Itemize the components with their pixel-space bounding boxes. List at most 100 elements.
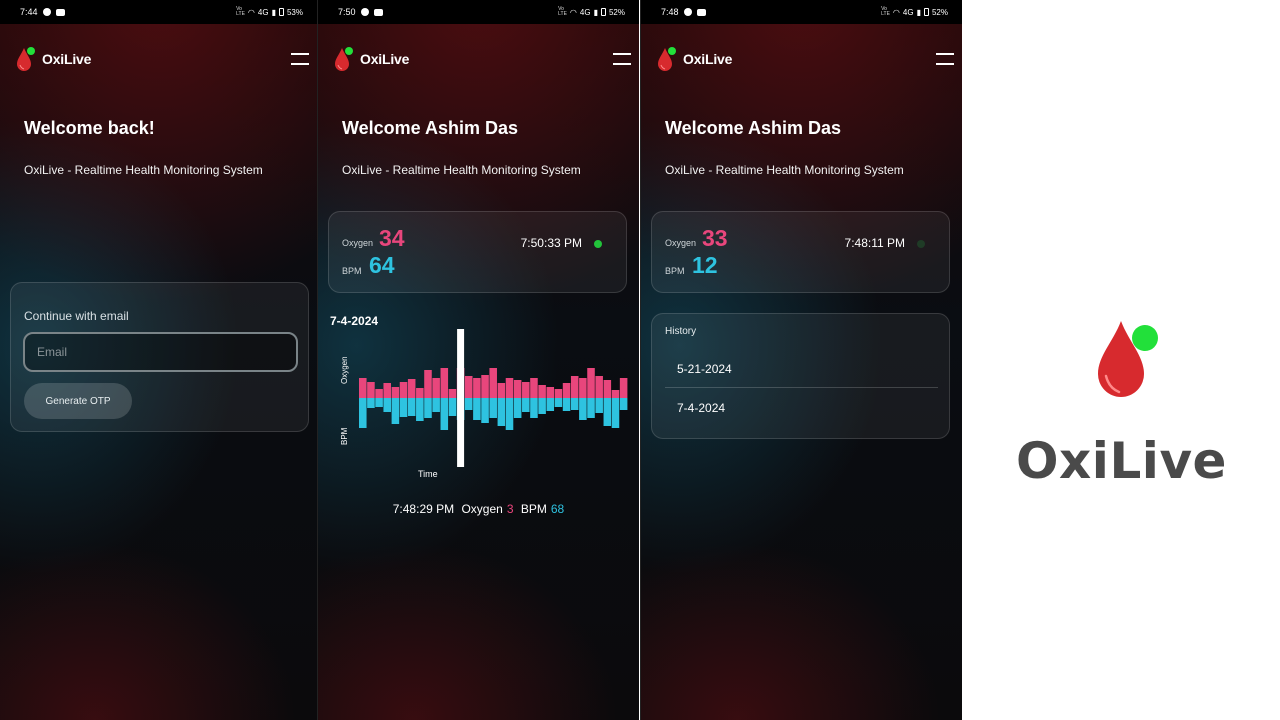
hotspot-icon: ◠ <box>892 7 900 17</box>
whatsapp-icon <box>683 8 692 16</box>
oxygen-bar <box>570 376 579 398</box>
brand[interactable]: OxiLive <box>657 46 732 72</box>
history-screen: 7:48 Vo LTE ◠ 4G ▮ 52% OxiLive Welcome As… <box>640 0 962 720</box>
bpm-bar <box>554 398 563 407</box>
battery-icon <box>278 8 284 16</box>
signal-icon: ▮ <box>593 7 598 17</box>
menu-icon[interactable] <box>936 53 954 65</box>
bpm-bar <box>611 398 620 428</box>
oxygen-bar <box>579 378 587 398</box>
oxygen-bar <box>530 378 538 398</box>
network-type: 4G <box>579 7 591 17</box>
brand[interactable]: OxiLive <box>334 46 409 72</box>
bpm-bar <box>522 398 530 412</box>
bpm-bar <box>383 398 392 412</box>
network-type: 4G <box>257 7 269 17</box>
oxygen-bar <box>554 389 563 398</box>
battery-level: 52% <box>931 7 948 17</box>
bpm-bar <box>595 398 603 413</box>
battery-icon <box>923 8 929 16</box>
app-bar: OxiLive <box>334 46 631 72</box>
oxygen-bar <box>619 378 628 398</box>
oxygen-bar <box>546 387 555 398</box>
status-time: 7:50 <box>338 7 356 17</box>
y-axis-label-bpm: BPM <box>340 427 349 445</box>
volte-icon: Vo LTE <box>881 6 890 17</box>
bpm-bar <box>562 398 571 411</box>
oxygen-bar <box>603 380 612 398</box>
menu-icon[interactable] <box>613 53 631 65</box>
oxygen-bar <box>497 383 506 398</box>
reading-time: 7:50:33 PM <box>520 236 582 250</box>
app-name: OxiLive <box>683 51 733 67</box>
bpm-bar <box>505 398 514 430</box>
status-time: 7:44 <box>20 7 38 17</box>
readout-bpm-value: 68 <box>550 502 565 516</box>
bpm-bar <box>619 398 628 410</box>
bpm-bar <box>424 398 432 418</box>
oxygen-bar <box>416 388 424 398</box>
history-item[interactable]: 7-4-2024 <box>665 389 938 427</box>
dashboard-screen: 7:50 Vo LTE ◠ 4G ▮ 52% OxiLive Welcome As… <box>317 0 639 720</box>
bpm-bar <box>546 398 555 411</box>
bpm-value: 12 <box>692 252 718 278</box>
bpm-label: BPM <box>342 266 362 276</box>
oxygen-bar <box>391 387 400 398</box>
oxygen-bar <box>611 390 620 398</box>
oxygen-bar <box>513 380 522 398</box>
battery-level: 53% <box>286 7 303 17</box>
email-input[interactable] <box>23 332 298 372</box>
page-subtitle: OxiLive - Realtime Health Monitoring Sys… <box>342 163 581 177</box>
bpm-bar <box>530 398 538 418</box>
app-name: OxiLive <box>42 51 92 67</box>
signal-icon: ▮ <box>271 7 276 17</box>
volte-icon: Vo LTE <box>558 6 567 17</box>
oxygen-label: Oxygen <box>665 238 697 248</box>
blood-drop-logo-icon <box>658 47 676 71</box>
reading-card: Oxygen 33 BPM 12 7:48:11 PM <box>651 211 950 293</box>
oxygen-bar <box>538 385 546 398</box>
history-card: History 5-21-2024 7-4-2024 <box>651 313 950 439</box>
bpm-bar <box>603 398 612 426</box>
oxygen-bar <box>522 382 530 398</box>
menu-icon[interactable] <box>291 53 309 65</box>
live-status-dot <box>917 240 925 248</box>
bpm-bar <box>579 398 587 420</box>
readout-time: 7:48:29 PM <box>392 502 455 516</box>
bpm-bar <box>375 398 383 407</box>
oxygen-bar <box>489 368 497 398</box>
live-status-dot <box>594 240 602 248</box>
brand[interactable]: OxiLive <box>16 46 91 72</box>
bpm-bar <box>416 398 424 421</box>
app-name: OxiLive <box>360 51 410 67</box>
oxygen-bar <box>399 382 408 398</box>
chart-readout: 7:48:29 PM Oxygen 3 BPM 68 <box>318 502 639 516</box>
oxygen-bar <box>448 389 457 398</box>
bpm-bar <box>464 398 473 410</box>
oxygen-bpm-chart[interactable]: Oxygen BPM Time <box>330 326 630 486</box>
reading-time: 7:48:11 PM <box>844 236 905 250</box>
blood-drop-logo-icon <box>335 47 353 71</box>
oxygen-bar <box>587 368 595 398</box>
bpm-bar <box>440 398 449 430</box>
oxygen-bar <box>562 383 571 398</box>
bpm-bar <box>473 398 481 420</box>
page-title: Welcome Ashim Das <box>342 118 519 138</box>
volte-icon: Vo LTE <box>236 6 245 17</box>
readout-oxygen-label: Oxygen <box>461 502 503 516</box>
status-bar: 7:44 Vo LTE ◠ 4G ▮ 53% <box>0 0 317 24</box>
readout-bpm-label: BPM <box>520 502 547 516</box>
bpm-bar <box>359 398 367 428</box>
generate-otp-button[interactable]: Generate OTP <box>24 383 132 419</box>
bpm-bar <box>587 398 595 418</box>
oxygen-bar <box>432 378 440 398</box>
bpm-value: 64 <box>369 252 395 278</box>
logo-panel: OxiLive <box>963 0 1280 720</box>
history-item[interactable]: 5-21-2024 <box>665 350 938 388</box>
whatsapp-icon <box>42 8 51 16</box>
signal-icon: ▮ <box>916 7 921 17</box>
bpm-bar <box>391 398 400 424</box>
bpm-bar <box>407 398 416 416</box>
page-title: Welcome Ashim Das <box>665 118 842 138</box>
oxygen-bar <box>359 378 367 398</box>
